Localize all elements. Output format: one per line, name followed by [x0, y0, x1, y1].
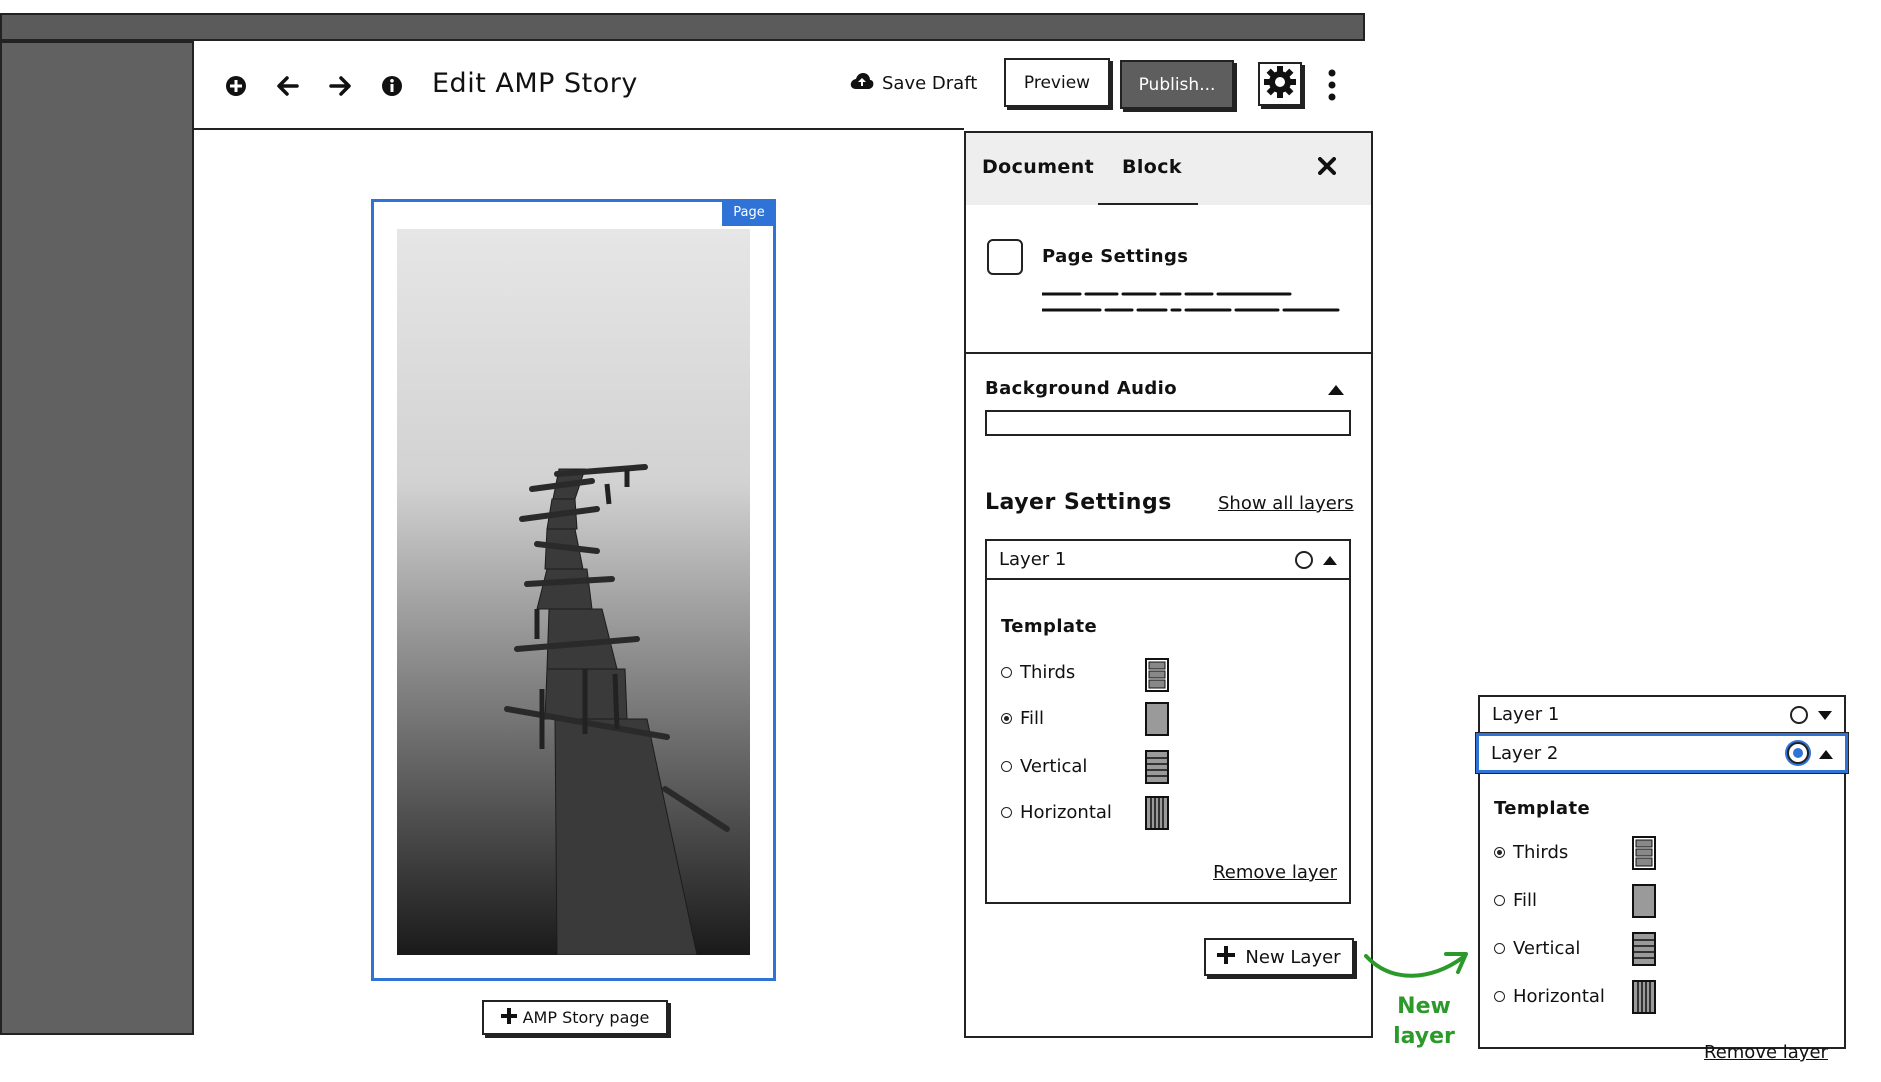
gear-icon [1263, 65, 1297, 104]
close-icon [1318, 152, 1336, 182]
annotation-arrow [1364, 952, 1468, 978]
option-label: Horizontal [1513, 986, 1605, 1007]
undo-arrow-icon[interactable] [273, 71, 303, 101]
settings-button[interactable] [1258, 62, 1302, 106]
option-label: Fill [1513, 890, 1538, 911]
page-tag: Page [722, 199, 776, 226]
callout-remove-layer-link[interactable]: Remove layer [1704, 1042, 1828, 1063]
tab-block[interactable]: Block [1122, 156, 1182, 178]
option-label: Horizontal [1020, 802, 1112, 823]
template-option-thirds[interactable]: Thirds [1001, 662, 1075, 683]
vertical-template-icon [1632, 932, 1656, 970]
template-title: Template [1001, 616, 1098, 637]
caret-up-icon[interactable] [1323, 549, 1337, 570]
vertical-template-icon [1145, 750, 1169, 788]
option-label: Fill [1020, 708, 1045, 729]
save-draft-label: Save Draft [882, 73, 978, 94]
redo-arrow-icon[interactable] [325, 71, 355, 101]
info-icon[interactable] [377, 71, 407, 101]
pier-photo-image[interactable] [397, 229, 750, 955]
plus-icon [1217, 945, 1236, 969]
radio-fill[interactable] [1494, 895, 1505, 906]
option-label: Thirds [1020, 662, 1076, 683]
callout-layer-2-header[interactable]: Layer 2 [1475, 732, 1849, 774]
page-title: Edit AMP Story [432, 68, 638, 99]
preview-button[interactable]: Preview [1004, 58, 1110, 107]
cloud-upload-icon [850, 72, 874, 95]
top-window-bar [0, 13, 1365, 41]
publish-button[interactable]: Publish... [1120, 60, 1234, 109]
annotation-note: New layer [1380, 992, 1468, 1052]
annotation-line-2: layer [1393, 1024, 1455, 1049]
new-layer-button[interactable]: New Layer [1204, 938, 1354, 976]
layer-settings-title: Layer Settings [985, 490, 1172, 515]
radio-horizontal[interactable] [1494, 991, 1505, 1002]
annotation-line-1: New [1397, 994, 1451, 1019]
add-story-page-label: AMP Story page [522, 1008, 650, 1027]
add-story-page-button[interactable]: AMP Story page [482, 1000, 668, 1035]
radio-thirds[interactable] [1494, 847, 1505, 858]
plus-icon [500, 1007, 517, 1028]
active-tab-indicator [1098, 203, 1198, 205]
caret-up-icon[interactable] [1819, 743, 1833, 764]
save-draft-button[interactable]: Save Draft [850, 72, 977, 95]
layer-1-header[interactable]: Layer 1 [985, 539, 1351, 580]
caret-down-icon[interactable] [1818, 704, 1832, 725]
template-option-fill[interactable]: Fill [1001, 708, 1044, 729]
radio-vertical[interactable] [1494, 943, 1505, 954]
tab-document[interactable]: Document [982, 156, 1094, 178]
new-layer-label: New Layer [1245, 946, 1341, 968]
page-settings-description-scribble [1040, 288, 1342, 322]
template-option-horizontal[interactable]: Horizontal [1001, 802, 1112, 823]
radio-thirds[interactable] [1001, 667, 1012, 678]
left-sidebar-panel [0, 41, 194, 1035]
background-audio-title: Background Audio [985, 378, 1177, 399]
thirds-template-icon [1632, 836, 1656, 874]
callout-option-vertical[interactable]: Vertical [1494, 938, 1580, 959]
callout-layer-1-header[interactable]: Layer 1 [1480, 697, 1844, 733]
callout-template-title: Template [1494, 798, 1591, 819]
layer-1-panel: Template Thirds Fill Vertical Horizontal… [985, 580, 1351, 904]
thirds-template-icon [1145, 658, 1169, 696]
callout-option-thirds[interactable]: Thirds [1494, 842, 1568, 863]
vertical-ellipsis-icon [1322, 69, 1342, 106]
layer-1-label: Layer 1 [999, 549, 1067, 570]
close-sidebar-button[interactable] [1318, 152, 1336, 182]
page-settings-title: Page Settings [1042, 246, 1189, 267]
template-option-vertical[interactable]: Vertical [1001, 756, 1087, 777]
remove-layer-link[interactable]: Remove layer [1213, 862, 1337, 883]
more-options-button[interactable] [1322, 68, 1342, 102]
layer-visibility-radio[interactable] [1295, 550, 1313, 569]
fill-template-icon [1632, 884, 1656, 922]
sidebar-divider [966, 352, 1371, 354]
callout-option-fill[interactable]: Fill [1494, 890, 1537, 911]
option-label: Thirds [1513, 842, 1569, 863]
layer-visibility-radio-selected[interactable] [1787, 742, 1809, 764]
option-label: Vertical [1020, 756, 1088, 777]
show-all-layers-link[interactable]: Show all layers [1218, 493, 1354, 514]
radio-vertical[interactable] [1001, 761, 1012, 772]
header-divider [194, 128, 964, 130]
callout-option-horizontal[interactable]: Horizontal [1494, 986, 1605, 1007]
radio-horizontal[interactable] [1001, 807, 1012, 818]
collapse-caret-up-icon[interactable] [1328, 380, 1344, 399]
callout-layer-2-label: Layer 2 [1491, 742, 1559, 764]
horizontal-template-icon [1145, 796, 1169, 834]
callout-layer-1-label: Layer 1 [1492, 704, 1560, 725]
page-settings-checkbox[interactable] [987, 239, 1023, 275]
option-label: Vertical [1513, 938, 1581, 959]
horizontal-template-icon [1632, 980, 1656, 1018]
layer-visibility-radio[interactable] [1790, 705, 1808, 724]
fill-template-icon [1145, 702, 1169, 740]
radio-fill[interactable] [1001, 713, 1012, 724]
add-block-icon[interactable] [221, 71, 251, 101]
background-audio-input[interactable] [985, 410, 1351, 436]
